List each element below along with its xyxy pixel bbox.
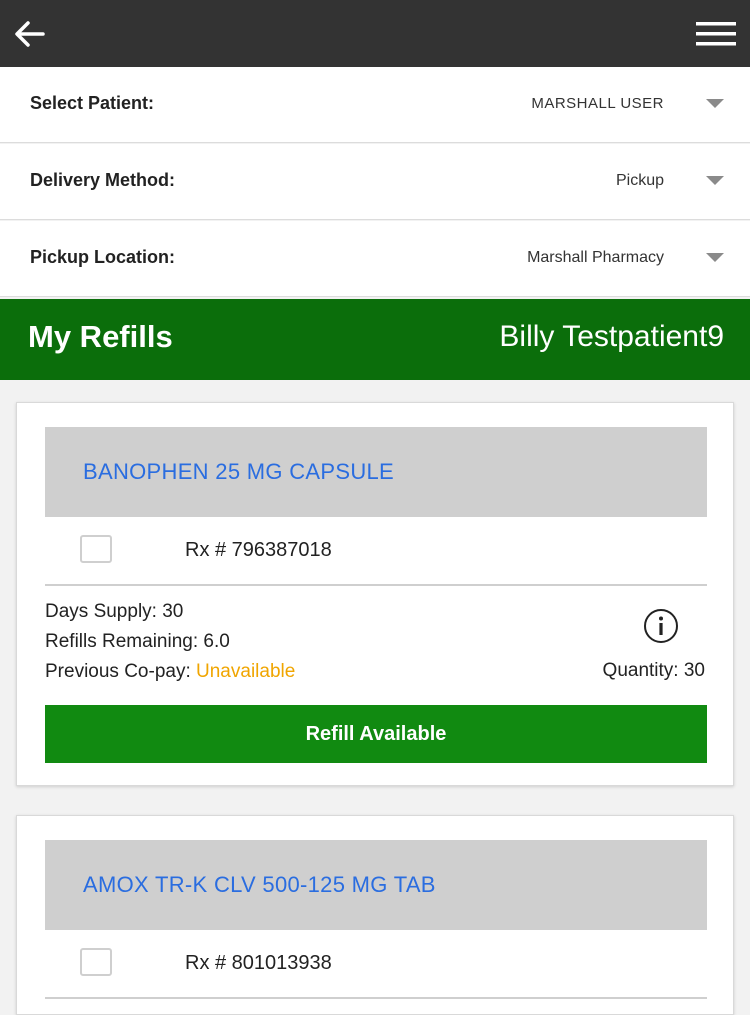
refills-remaining: Refills Remaining: 6.0 (45, 631, 230, 652)
refill-card: BANOPHEN 25 MG CAPSULE Rx # 796387018 Da… (16, 402, 734, 786)
days-supply: Days Supply: 30 (45, 601, 184, 622)
pickup-location-value[interactable]: Marshall Pharmacy (527, 249, 664, 267)
medication-header: AMOX TR-K CLV 500-125 MG TAB (45, 840, 707, 930)
rx-number: Rx # 796387018 (185, 539, 332, 561)
select-patient-value[interactable]: MARSHALL USER (531, 95, 664, 112)
quantity: Quantity: 30 (602, 660, 705, 681)
patient-name: Billy Testpatient9 (499, 320, 724, 353)
divider (45, 584, 707, 586)
previous-copay-label: Previous Co-pay: (45, 661, 197, 682)
medication-name: BANOPHEN 25 MG CAPSULE (83, 459, 395, 484)
pickup-location-label: Pickup Location: (30, 247, 176, 267)
previous-copay-value: Unavailable (196, 661, 296, 682)
pickup-location-row[interactable]: Pickup Location: Marshall Pharmacy (0, 221, 750, 297)
chevron-down-icon[interactable] (706, 176, 724, 186)
select-patient-label: Select Patient: (30, 93, 155, 113)
back-button[interactable] (10, 15, 50, 53)
previous-copay: Previous Co-pay: Unavailable (45, 661, 295, 683)
select-patient-row[interactable]: Select Patient: MARSHALL USER (0, 67, 750, 143)
chevron-down-icon[interactable] (706, 253, 724, 263)
medication-header: BANOPHEN 25 MG CAPSULE (45, 427, 707, 517)
top-app-bar (0, 0, 750, 67)
chevron-down-icon[interactable] (706, 99, 724, 109)
delivery-method-row[interactable]: Delivery Method: Pickup (0, 144, 750, 220)
refill-select-checkbox[interactable] (80, 535, 112, 563)
hamburger-menu-icon (696, 22, 736, 46)
divider (45, 997, 707, 999)
rx-number: Rx # 801013938 (185, 952, 332, 974)
delivery-method-value[interactable]: Pickup (616, 172, 664, 190)
arrow-left-icon (15, 21, 45, 47)
medication-name: AMOX TR-K CLV 500-125 MG TAB (83, 872, 436, 897)
page-title: My Refills (28, 319, 173, 354)
refill-select-checkbox[interactable] (80, 948, 112, 976)
my-refills-banner: My Refills Billy Testpatient9 (0, 299, 750, 380)
refill-card: AMOX TR-K CLV 500-125 MG TAB Rx # 801013… (16, 815, 734, 1015)
info-icon[interactable] (643, 608, 679, 644)
delivery-method-label: Delivery Method: (30, 170, 176, 190)
menu-button[interactable] (694, 16, 738, 52)
refill-available-button[interactable]: Refill Available (45, 705, 707, 763)
